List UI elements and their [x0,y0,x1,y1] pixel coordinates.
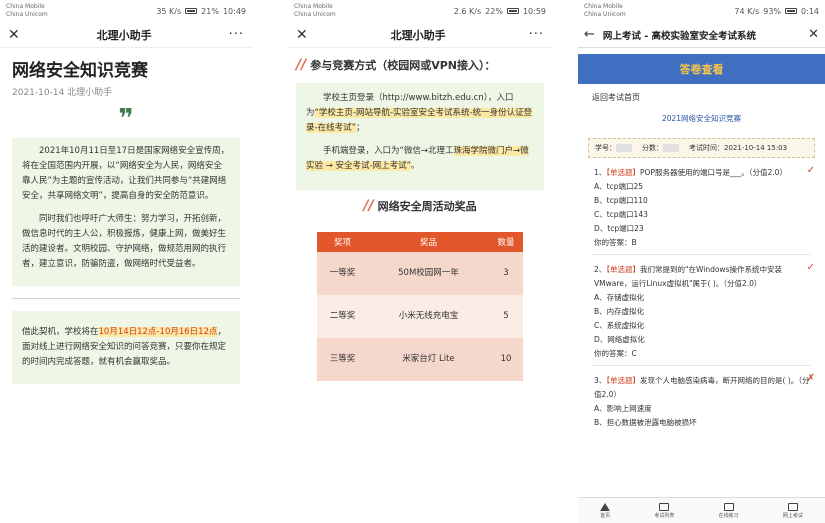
answer-review-button[interactable]: 答卷查看 [578,54,825,84]
question-item: 1、【单选题】POP服务器使用的端口号是___。（分值2.0） ✓ A、tcp端… [578,158,825,250]
contest-time-highlight: 10月14日12点-10月16日12点 [98,327,218,337]
question-type-tag: 【单选题】 [606,376,641,385]
option: C、tcp端口143 [594,210,648,219]
network-speed: 74 K/s [734,6,760,16]
slash-icon: // [363,198,374,214]
option: A、存储虚拟化 [594,293,645,302]
slash-icon: // [296,57,307,73]
nav-title: 网上考试 - 高校实验室安全考试系统 [602,30,756,42]
pc-entry-path: “学校主页-网站导航-实验室安全考试系统-统一身份认证登录-在线考试” [306,108,533,133]
option: A、tcp端口25 [594,182,643,191]
exam-time: 考试时间：2021-10-14 15:03 [689,144,788,152]
edit-icon [723,502,734,511]
question-type-tag: 【单选题】 [606,265,641,274]
screenshot-collage: China Mobile China Unicom 35 K/s 21% 10:… [0,0,825,523]
exam-title: 2021网络安全知识竞赛 [661,114,742,123]
tab-home[interactable]: 首页 [600,502,611,519]
participation-block: 学校主页登录（http://www.bitzh.edu.cn），入口为“学校主页… [296,83,544,190]
back-arrow-icon[interactable]: ← [584,27,595,42]
tab-online-exam[interactable]: 网上考试 [783,502,803,519]
carrier-info: China Mobile China Unicom [294,3,336,18]
masked-student-id [616,144,632,152]
battery-level: 93% [763,6,782,16]
contest-time-block: 借此契机，学校将在10月14日12点-10月16日12点，面对线上进行网络安全知… [12,311,240,384]
pc-entry-paragraph: 学校主页登录（http://www.bitzh.edu.cn），入口为“学校主页… [306,93,533,133]
nav-bar: ← 网上考试 - 高校实验室安全考试系统 ✕ [578,22,825,48]
masked-score [663,144,679,152]
table-row: 三等奖 米家台灯 Lite 10 [317,338,523,381]
option: A、影响上网速度 [594,404,652,413]
option: B、担心数据被泄露电脑被损坏 [594,418,697,427]
carrier-info: China Mobile China Unicom [584,3,626,18]
battery-icon [185,8,198,14]
clock: 10:59 [522,6,546,16]
prize-heading: //网络安全周活动奖品 [363,198,477,214]
more-icon[interactable]: ··· [529,27,544,42]
phone-participation: China Mobile China Unicom 2.6 K/s 22% 10… [288,0,552,523]
battery-level: 21% [201,6,219,16]
article-title: 网络安全知识竞赛 [12,61,148,81]
phone-article-intro: China Mobile China Unicom 35 K/s 21% 10:… [0,0,252,523]
more-icon[interactable]: ··· [229,27,244,42]
status-bar: China Mobile China Unicom 74 K/s 93% 0:1… [578,0,825,22]
network-speed: 35 K/s [156,6,182,16]
section-participation-heading: //参与竞赛方式（校园网或VPN接入）： [296,57,496,73]
battery-icon [785,8,798,14]
option: D、网络虚拟化 [594,335,645,344]
your-answer: 你的答案：C [594,349,637,358]
question-type-tag: 【单选题】 [606,168,641,177]
clock: 10:49 [222,6,246,16]
status-bar: China Mobile China Unicom 35 K/s 21% 10:… [0,0,252,22]
clock: 0:14 [801,6,819,16]
close-icon[interactable]: ✕ [8,27,20,43]
tab-exam-list[interactable]: 考试列表 [654,502,674,519]
home-icon [600,502,611,511]
nav-bar: ✕ 北理小助手 ··· [288,22,552,48]
battery-level: 22% [485,6,503,16]
correct-mark-icon: ✓ [806,262,815,273]
table-row: 二等奖 小米无线充电宝 5 [317,295,523,338]
wrong-mark-icon: ✗ [806,373,815,384]
carrier-info: China Mobile China Unicom [6,3,48,18]
nav-title: 北理小助手 [96,28,152,42]
bottom-tab-bar: 首页 考试列表 在线练习 网上考试 [578,497,825,523]
option: C、系统虚拟化 [594,321,645,330]
list-icon [659,502,670,511]
table-row: 一等奖 50M校园网一年 3 [317,252,523,295]
intro-block: 2021年10月11日至17日是国家网络安全宣传周，将在全国范围内开展，以“网络… [12,138,240,286]
nav-title: 北理小助手 [390,28,446,42]
article-meta: 2021-10-14 北理小助手 [12,88,113,98]
tab-practice[interactable]: 在线练习 [719,502,739,519]
back-to-exam-home-link[interactable]: 返回考试首页 [578,84,825,103]
status-bar: China Mobile China Unicom 2.6 K/s 22% 10… [288,0,552,22]
intro-paragraph: 2021年10月11日至17日是国家网络安全宣传周，将在全国范围内开展，以“网络… [22,146,230,201]
mobile-entry-paragraph: 手机端登录，入口为“微信→北理工珠海学院微门户→微实验 → 安全考试-网上考试”… [306,146,529,171]
quote-icon: ❞ [118,104,134,134]
close-icon[interactable]: ✕ [296,27,308,43]
question-item: 2、【单选题】我们常提到的"在Windows操作系统中安装VMware，运行Li… [578,255,825,361]
close-icon[interactable]: ✕ [808,27,819,42]
prize-table: 奖项 奖品 数量 一等奖 50M校园网一年 3 二等奖 小米无线充电宝 5 三等… [317,232,523,381]
question-item: 3、【单选题】发现个人电脑感染病毒，断开网络的目的是( )。（分值2.0） ✗ … [578,366,825,430]
option: D、tcp端口23 [594,224,644,233]
correct-mark-icon: ✓ [806,165,815,176]
divider [12,298,240,299]
phone-exam-review: China Mobile China Unicom 74 K/s 93% 0:1… [578,0,825,523]
table-header: 奖项 奖品 数量 [317,232,523,252]
battery-icon [506,8,519,14]
your-answer: 你的答案：B [594,238,637,247]
appeal-paragraph: 同时我们也呼吁广大师生：努力学习，开拓创新，做信息时代的主人公，积极报炼，健康上… [22,214,227,269]
exam-info-box: 学号： 分数： 考试时间：2021-10-14 15:03 [588,138,815,158]
option: B、内存虚拟化 [594,307,645,316]
network-speed: 2.6 K/s [453,6,482,16]
nav-bar: ✕ 北理小助手 ··· [0,22,252,48]
option: B、tcp端口110 [594,196,648,205]
monitor-icon [787,502,798,511]
